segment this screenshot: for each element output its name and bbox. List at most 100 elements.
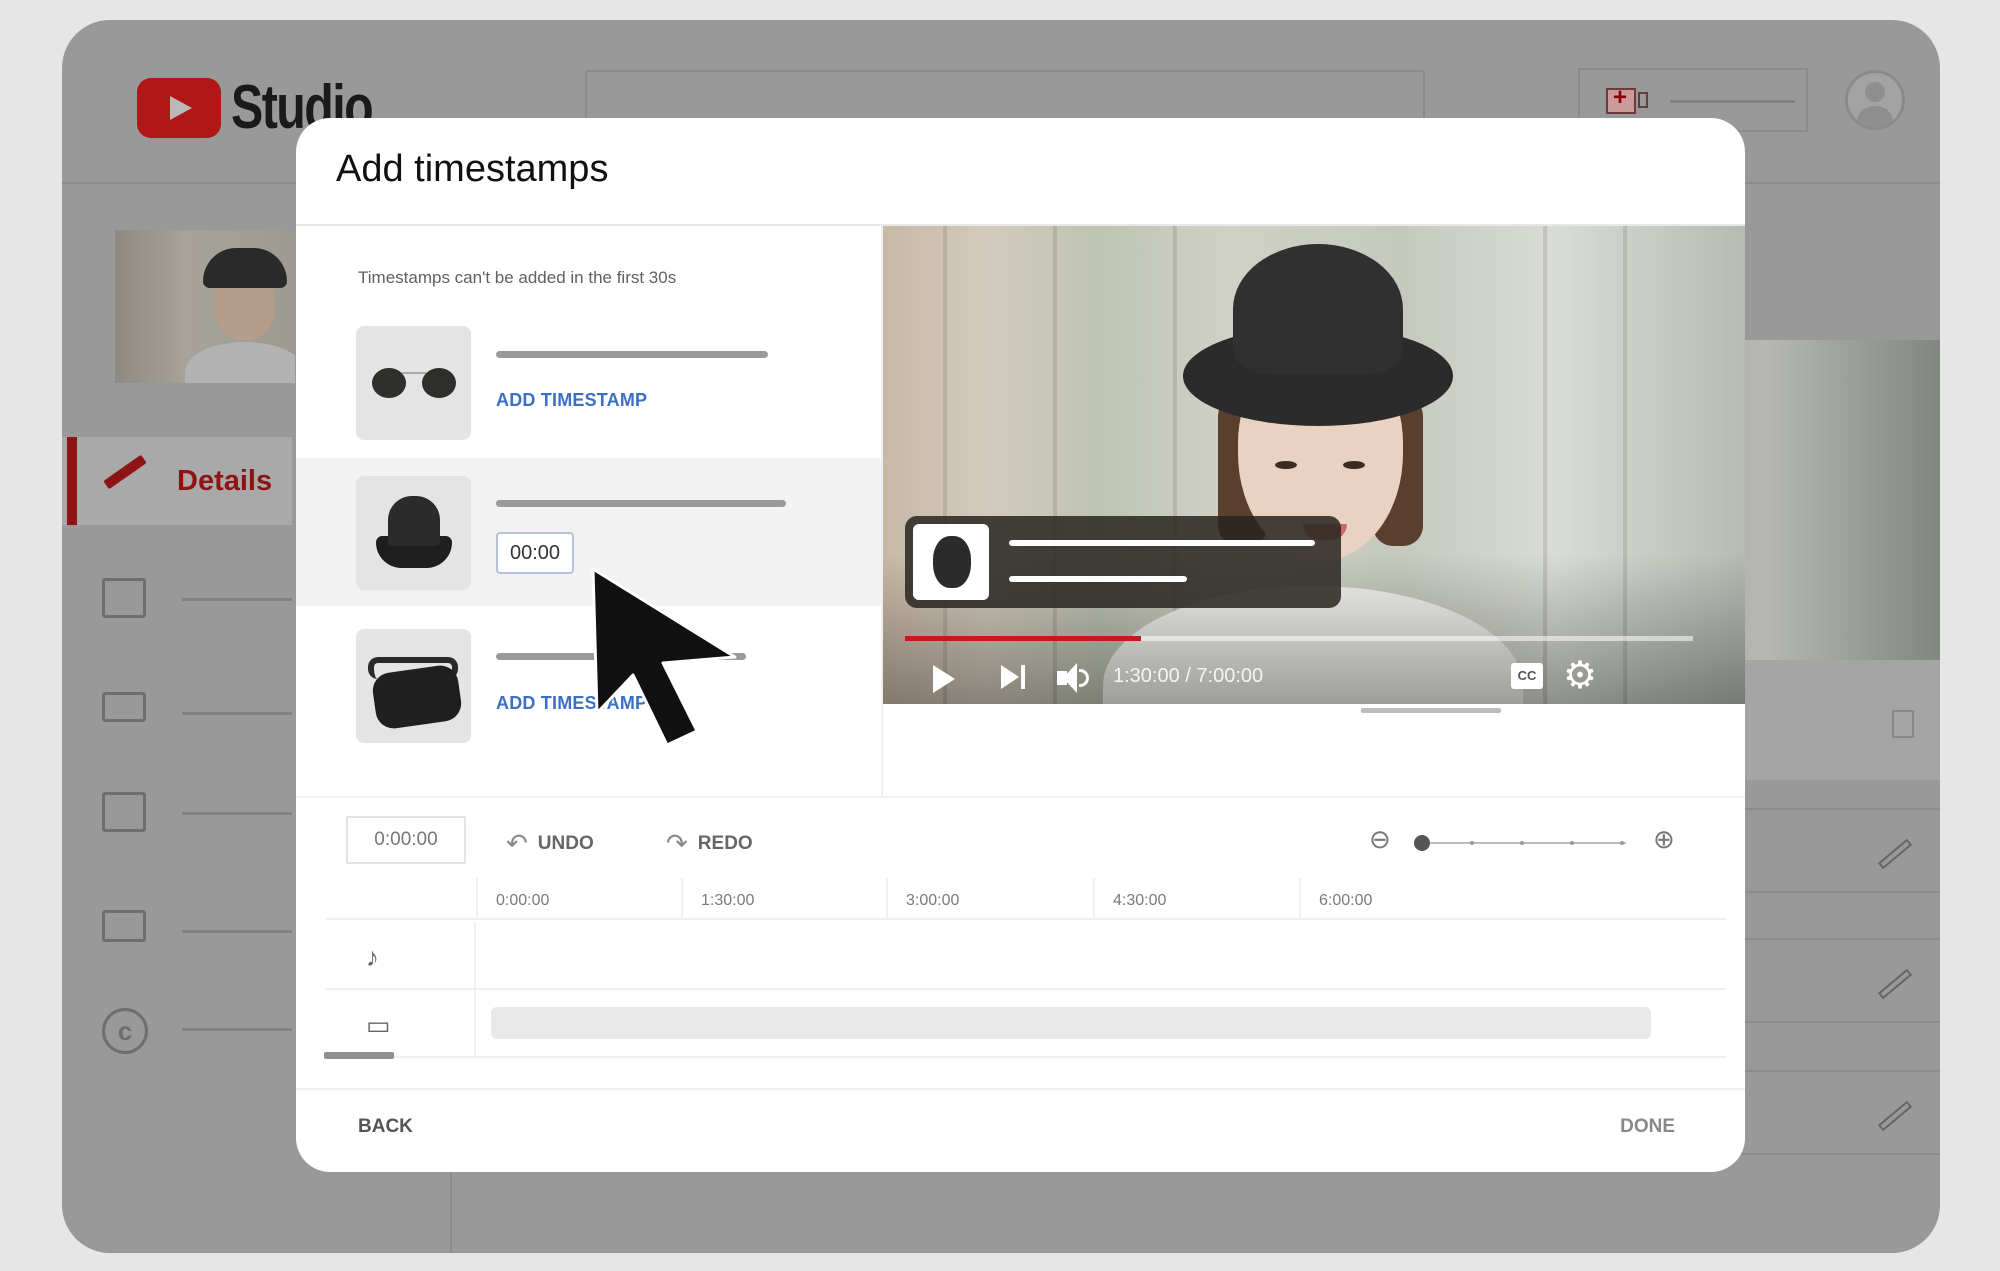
track-label-column: ▭ xyxy=(326,990,476,1058)
add-timestamp-button[interactable]: ADD TIMESTAMP xyxy=(496,390,647,411)
video-thumbnail xyxy=(115,230,295,383)
ruler-label: 1:30:00 xyxy=(701,892,755,909)
subtitles-icon xyxy=(102,910,146,942)
settings-gear-icon[interactable]: ⚙ xyxy=(1563,657,1597,695)
copy-icon[interactable] xyxy=(1892,710,1914,738)
timestamp-note: Timestamps can't be added in the first 3… xyxy=(358,268,677,287)
pencil-icon xyxy=(103,454,147,490)
zoom-in-icon[interactable]: ⊕ xyxy=(1653,824,1675,855)
mouse-pointer-icon xyxy=(591,567,737,747)
music-note-icon: ♪ xyxy=(366,942,379,972)
redo-icon: ↷ xyxy=(666,828,688,858)
back-button[interactable]: BACK xyxy=(358,1116,413,1138)
account-avatar[interactable] xyxy=(1845,70,1905,130)
video-progress-fill xyxy=(905,636,1142,641)
add-timestamps-dialog: Add timestamps Timestamps can't be added… xyxy=(296,118,1745,1172)
sidebar-label-placeholder xyxy=(182,930,292,933)
camera-lens-shape xyxy=(1638,92,1648,108)
comments-icon xyxy=(102,792,146,832)
ruler-tick: 6:00:00 xyxy=(1299,878,1372,920)
sidebar-item-editor[interactable] xyxy=(102,692,292,742)
product-thumbnail xyxy=(356,629,471,743)
product-overlay-card[interactable] xyxy=(905,516,1341,608)
dialog-footer: BACK DONE xyxy=(296,1088,1745,1172)
avatar-head xyxy=(1865,82,1885,102)
video-clip[interactable] xyxy=(491,1007,1651,1039)
next-icon[interactable] xyxy=(1001,665,1031,693)
ruler-tick: 1:30:00 xyxy=(681,878,754,920)
video-player[interactable]: 1:30:00 / 7:00:00 CC ⚙ xyxy=(883,226,1745,704)
product-overlay-thumbnail xyxy=(913,524,989,600)
product-overlay-subtitle-placeholder xyxy=(1009,576,1187,582)
timeline-zoom-slider[interactable] xyxy=(1414,835,1626,851)
sidebar-item-details[interactable]: Details xyxy=(62,437,292,525)
sidebar-item-analytics[interactable] xyxy=(102,578,292,628)
done-button[interactable]: DONE xyxy=(1620,1116,1675,1138)
bag-body xyxy=(370,663,464,731)
bridge xyxy=(402,372,426,374)
sidebar-label-placeholder xyxy=(182,1028,292,1031)
video-person-eye xyxy=(1275,461,1297,469)
sidebar-item-subtitles[interactable] xyxy=(102,910,292,960)
create-label-placeholder xyxy=(1670,100,1795,103)
ruler-label: 4:30:00 xyxy=(1113,892,1167,909)
avatar-body xyxy=(1857,106,1893,127)
pencil-edit-icon[interactable] xyxy=(1877,838,1913,870)
ruler-tick: 4:30:00 xyxy=(1093,878,1166,920)
product-overlay-title-placeholder xyxy=(1009,540,1315,546)
captions-icon[interactable]: CC xyxy=(1511,663,1543,689)
ruler-label: 6:00:00 xyxy=(1319,892,1373,909)
speaker-cone xyxy=(1063,663,1077,693)
undo-label: UNDO xyxy=(537,832,594,854)
bucket-hat-icon xyxy=(933,536,971,588)
slider-knob[interactable] xyxy=(1414,835,1430,851)
video-track-row: ▭ xyxy=(326,990,1726,1058)
player-controls: 1:30:00 / 7:00:00 CC ⚙ xyxy=(883,651,1745,701)
sunglasses-icon xyxy=(372,368,456,398)
slider-tick xyxy=(1520,841,1524,845)
slider-track xyxy=(1422,842,1626,844)
product-thumbnail xyxy=(356,326,471,440)
timestamp-input[interactable]: 00:00 xyxy=(496,532,574,574)
bucket-hat-icon xyxy=(376,496,452,570)
product-title-placeholder xyxy=(496,351,768,358)
analytics-icon xyxy=(102,578,146,618)
undo-button[interactable]: ↶ UNDO xyxy=(506,828,594,859)
pencil-edit-icon[interactable] xyxy=(1877,1100,1913,1132)
sidebar-label-placeholder xyxy=(182,712,292,715)
copyright-icon: c xyxy=(102,1008,148,1054)
thumb-shirt xyxy=(185,342,295,383)
product-thumbnail xyxy=(356,476,471,590)
video-scroll-handle[interactable] xyxy=(1361,708,1501,713)
video-person-hat-crown xyxy=(1233,244,1403,374)
belt-bag-icon xyxy=(368,653,464,731)
slider-tick xyxy=(1470,841,1474,845)
product-row-sunglasses: ADD TIMESTAMP xyxy=(296,308,881,456)
create-video-icon xyxy=(1606,84,1636,114)
volume-icon[interactable] xyxy=(1057,663,1093,693)
slider-tick xyxy=(1570,841,1574,845)
dialog-title: Add timestamps xyxy=(336,148,609,190)
video-track-icon: ▭ xyxy=(366,1010,391,1040)
lens-right xyxy=(422,368,456,398)
redo-label: REDO xyxy=(697,832,753,854)
audio-track-row: ♪ xyxy=(326,922,1726,990)
ruler-label: 0:00:00 xyxy=(496,892,550,909)
play-icon[interactable] xyxy=(933,665,955,693)
sidebar-label-placeholder xyxy=(182,812,292,815)
zoom-out-icon[interactable]: ⊖ xyxy=(1369,824,1391,855)
sidebar-label-placeholder xyxy=(182,598,292,601)
thumb-hat xyxy=(203,248,287,288)
sidebar-item-comments[interactable] xyxy=(102,792,292,842)
video-progress-bar[interactable] xyxy=(905,636,1693,641)
timeline-scrollbar[interactable] xyxy=(324,1052,394,1059)
sidebar-item-copyright[interactable]: c xyxy=(102,1008,292,1058)
time-input[interactable]: 0:00:00 xyxy=(346,816,466,864)
lens-left xyxy=(372,368,406,398)
redo-button[interactable]: ↷ REDO xyxy=(666,828,753,859)
slider-tick xyxy=(1620,841,1624,845)
pencil-edit-icon[interactable] xyxy=(1877,968,1913,1000)
ruler-tick: 0:00:00 xyxy=(476,878,549,920)
track-label-column: ♪ xyxy=(326,922,476,990)
active-indicator xyxy=(67,437,77,525)
